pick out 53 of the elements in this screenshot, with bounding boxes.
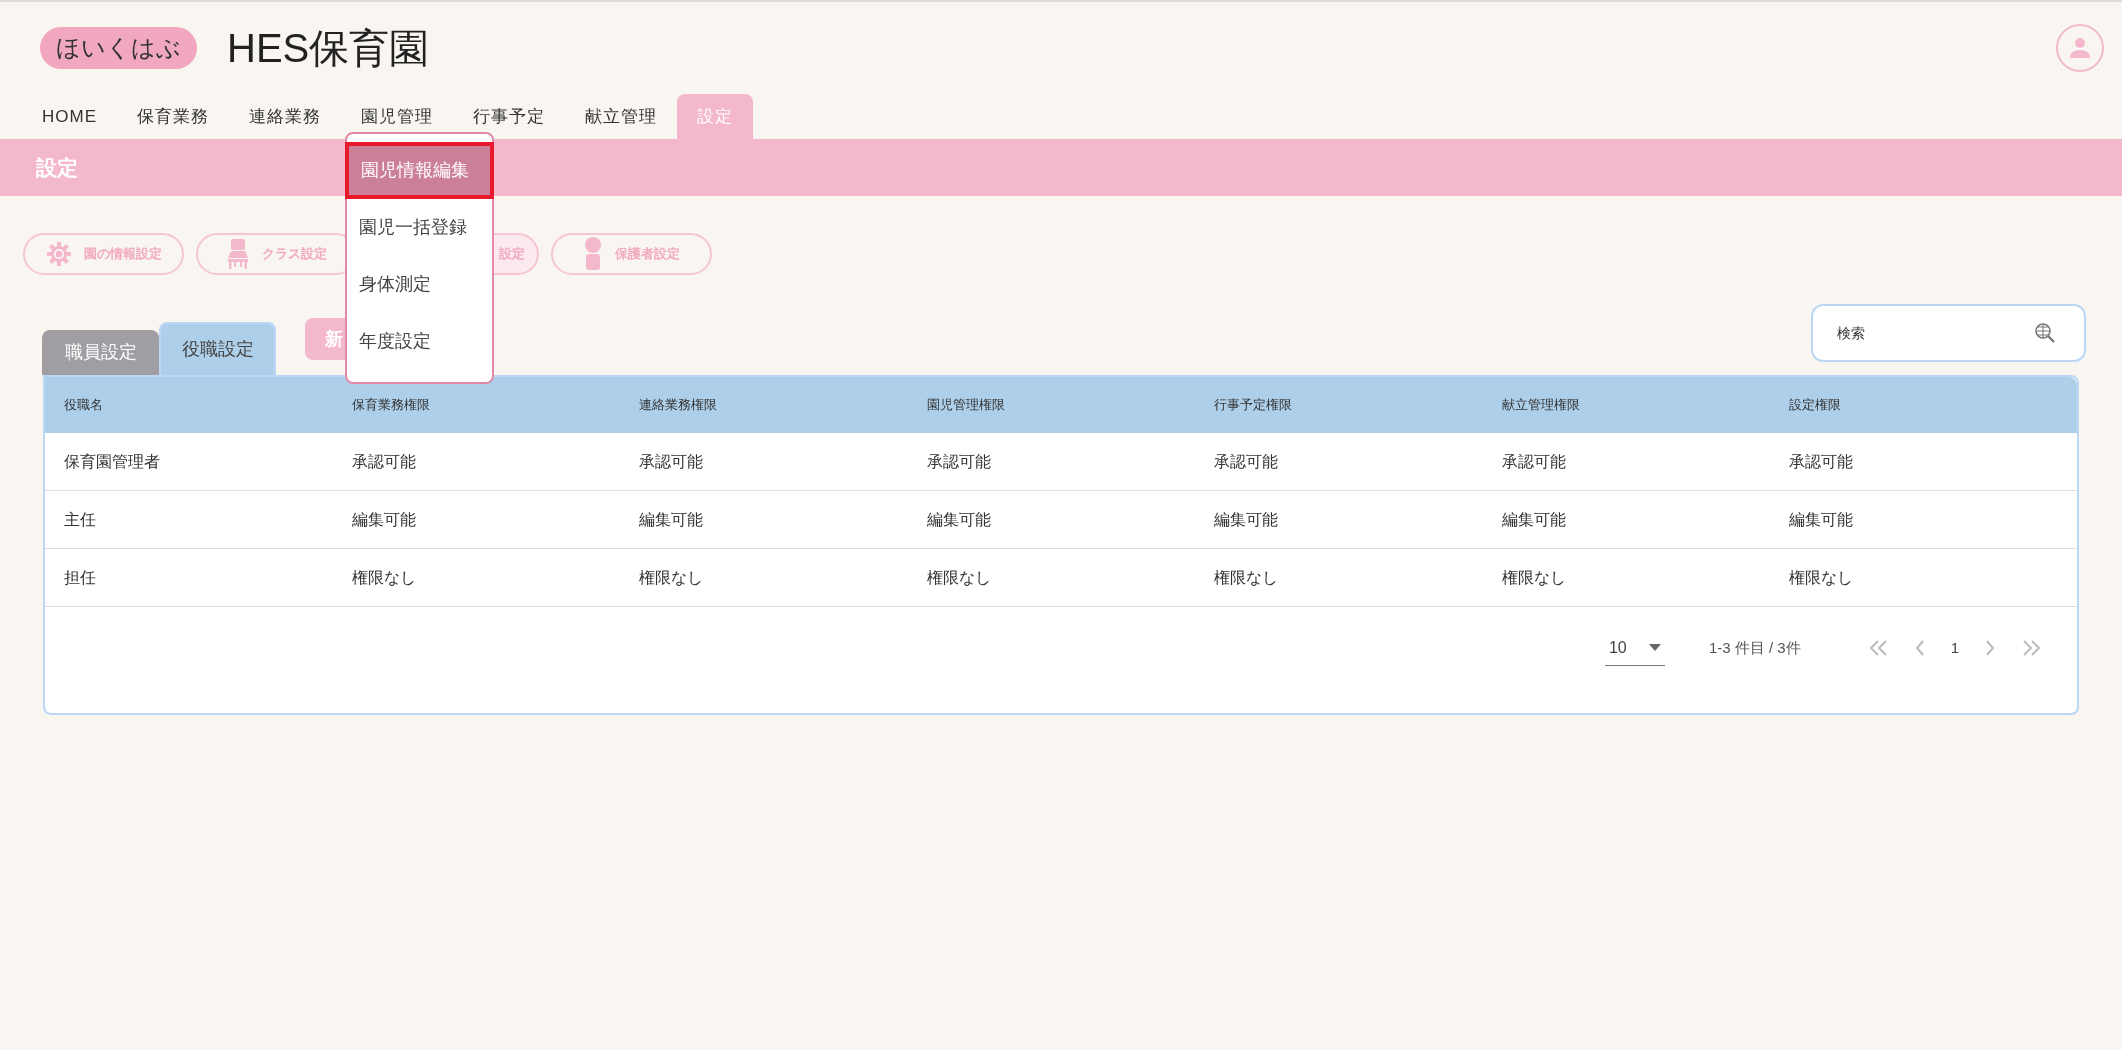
table-cell-text: 主任 xyxy=(64,509,97,530)
table-cell-text: 権限なし xyxy=(351,567,417,588)
table-cell-text: 権限なし xyxy=(1501,567,1567,588)
table-cell-text: 編集可能 xyxy=(1789,509,1855,530)
result-range: 1-3 件目 / 3件 xyxy=(1708,637,1801,658)
nav-tab[interactable]: 保育業務 xyxy=(117,94,229,139)
nav-tab[interactable]: 行事予定 xyxy=(453,94,565,139)
table-cell-text: 権限なし xyxy=(639,567,705,588)
column-header: 設定権限 xyxy=(1789,396,1843,415)
table-cell-text: 権限なし xyxy=(926,567,992,588)
column-header: 保育業務権限 xyxy=(351,396,431,415)
user-avatar-button[interactable] xyxy=(2056,24,2104,72)
table-cell-text: 承認可能 xyxy=(1789,451,1855,472)
table-cell-text: 権限なし xyxy=(1789,567,1855,588)
site-title: HES保育園 xyxy=(227,28,430,68)
table-cell-text: 承認可能 xyxy=(351,451,417,472)
table-cell-text: 編集可能 xyxy=(639,509,705,530)
nav-tab[interactable]: HOME xyxy=(22,94,117,139)
nav-tab[interactable]: 連絡業務 xyxy=(229,94,341,139)
table-cell-text: 承認可能 xyxy=(1501,451,1567,472)
column-header: 献立管理権限 xyxy=(1501,396,1581,415)
previous-page-icon[interactable] xyxy=(1914,640,1925,656)
column-header: 役職名 xyxy=(64,396,104,415)
column-header: 行事予定権限 xyxy=(1214,396,1294,415)
nav-tab[interactable]: 献立管理 xyxy=(565,94,677,139)
table-cell-text: 権限なし xyxy=(1214,567,1280,588)
table-cell-text: 承認可能 xyxy=(926,451,992,472)
page-number[interactable]: 1 xyxy=(1950,636,1959,660)
page-title: 設定 xyxy=(36,154,78,181)
user-icon xyxy=(2069,37,2091,59)
tab[interactable]: 役職設定 xyxy=(159,322,276,375)
column-header: 連絡業務権限 xyxy=(639,396,719,415)
table-cell-text: 保育園管理者 xyxy=(64,451,161,472)
chair-icon xyxy=(226,237,250,270)
page-size-select[interactable]: 10 xyxy=(1604,630,1665,666)
table-cell-text: 承認可能 xyxy=(639,451,705,472)
gear-icon xyxy=(45,240,72,267)
table-cell-text: 編集可能 xyxy=(926,509,992,530)
nav-tab[interactable]: 園児管理 xyxy=(341,94,453,139)
first-page-icon[interactable] xyxy=(1868,640,1889,656)
column-header: 園児管理権限 xyxy=(926,396,1006,415)
menu-item[interactable]: 年度設定 xyxy=(347,313,492,370)
table-cell-text: 編集可能 xyxy=(1501,509,1567,530)
table-cell-text: 担任 xyxy=(64,567,97,588)
table-cell-text: 編集可能 xyxy=(1214,509,1280,530)
last-page-icon[interactable] xyxy=(2021,640,2041,656)
person-icon xyxy=(583,236,603,271)
table-cell-text: 承認可能 xyxy=(1214,451,1280,472)
next-page-icon[interactable] xyxy=(1985,640,1995,656)
search-icon xyxy=(2034,322,2056,344)
caret-icon xyxy=(1648,644,1661,651)
logo: ほいくはぶ xyxy=(40,27,197,69)
table-cell-text: 編集可能 xyxy=(351,509,417,530)
